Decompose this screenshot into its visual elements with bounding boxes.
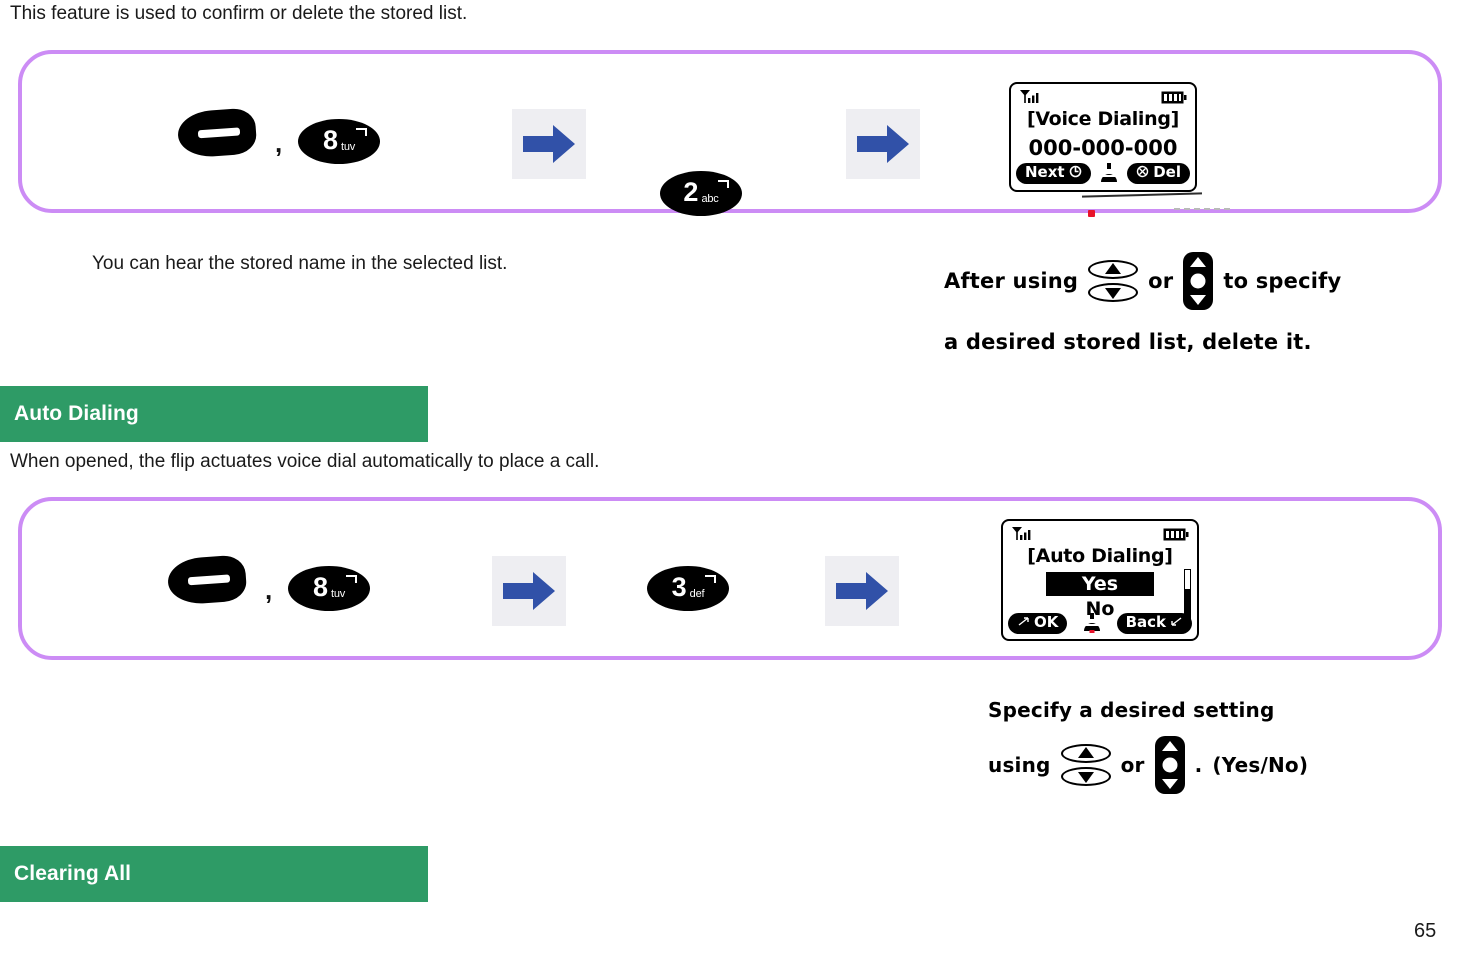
send-key-icon	[166, 554, 248, 606]
key-letters: abc	[701, 193, 719, 205]
annotation-text-or: or	[1148, 269, 1174, 293]
lcd-option-label: Yes	[1045, 572, 1155, 596]
section-header-auto-dialing: Auto Dialing	[0, 386, 428, 442]
key-digit: 2	[683, 177, 699, 207]
page-number: 65	[1414, 920, 1437, 942]
key-2-abc-icon: 2 abc	[660, 171, 742, 216]
key-3-def-icon: 3 def	[647, 566, 729, 611]
next-step-arrow-icon	[492, 556, 566, 626]
key-8-tuv-icon: 8 tuv	[288, 566, 370, 611]
section-header-clearing-all: Clearing All	[0, 846, 428, 902]
circular-arrow-icon	[1069, 164, 1082, 182]
key-letters: def	[689, 588, 705, 600]
step-box-auto-dialing: , 8 tuv 3 def [Auto Dialing] Yes No OK B…	[18, 497, 1442, 660]
send-key-icon	[176, 107, 258, 159]
softkey-label: Del	[1153, 162, 1181, 181]
scan-artifact-red-dot	[1088, 210, 1095, 217]
center-select-key-icon	[1100, 163, 1118, 183]
softkey-back[interactable]: Back	[1116, 612, 1192, 634]
battery-icon	[1161, 91, 1187, 109]
lcd-phone-number: 000-000-000	[1028, 136, 1178, 160]
annotation-text: (Yes/No)	[1212, 753, 1309, 777]
annotation-delete-stored-list: After using or to specify a desired stor…	[944, 252, 1341, 354]
softkey-next[interactable]: Next	[1016, 162, 1091, 184]
phone-screen-auto-dialing: [Auto Dialing] Yes No OK Back	[1001, 519, 1199, 641]
key-digit: 3	[671, 572, 687, 602]
next-step-arrow-icon	[825, 556, 899, 626]
annotation-text: to specify	[1223, 269, 1342, 293]
section-title: Clearing All	[14, 862, 132, 885]
key-separator-comma: ,	[275, 128, 283, 158]
softkey-label: OK	[1034, 612, 1059, 631]
next-step-arrow-icon	[512, 109, 586, 179]
up-down-rocker-key-icon	[1088, 260, 1139, 302]
battery-icon	[1163, 528, 1189, 546]
annotation-text: using	[988, 753, 1051, 777]
signal-bars-icon	[1019, 89, 1041, 110]
annotation-line-2: using or . (Yes/No)	[988, 736, 1308, 794]
key-separator-comma: ,	[265, 575, 273, 605]
nav-pill-key-icon	[1183, 252, 1214, 310]
annotation-line-1: Specify a desired setting	[988, 698, 1308, 722]
lcd-option-yes[interactable]: Yes	[1003, 572, 1197, 596]
softkey-label: Back	[1125, 612, 1166, 631]
phone-screen-voice-dialing: [Voice Dialing] 000-000-000 Next Del	[1009, 82, 1197, 192]
lcd-title: [Auto Dialing]	[1027, 545, 1173, 567]
lcd-softkey-bar: OK Back	[1008, 612, 1192, 634]
up-down-rocker-key-icon	[1060, 744, 1111, 786]
annotation-text: After using	[944, 269, 1079, 293]
key-8-tuv-icon: 8 tuv	[298, 119, 380, 164]
key-corner-tick-icon	[356, 128, 367, 136]
key-corner-tick-icon	[718, 180, 729, 188]
key-letters: tuv	[330, 588, 346, 600]
annotation-text: a desired stored list, delete it.	[944, 330, 1312, 354]
key-digit: 8	[312, 572, 328, 602]
lcd-status-bar	[1009, 526, 1191, 542]
section-title: Auto Dialing	[14, 402, 139, 425]
softkey-ok[interactable]: OK	[1008, 612, 1068, 634]
annotation-line-2: a desired stored list, delete it.	[944, 330, 1341, 354]
back-arrow-icon	[1170, 614, 1183, 632]
key-corner-tick-icon	[346, 575, 357, 583]
annotation-text-period: .	[1194, 753, 1203, 777]
center-select-key-icon	[1083, 613, 1101, 634]
signal-bars-icon	[1011, 526, 1033, 547]
key-letters: tuv	[340, 141, 356, 153]
key-digit: 8	[322, 125, 338, 155]
clear-x-icon	[1136, 164, 1149, 182]
annotation-text-or: or	[1120, 753, 1145, 777]
softkey-del[interactable]: Del	[1127, 162, 1190, 184]
annotation-specify-setting: Specify a desired setting using or . (Ye…	[988, 698, 1308, 794]
next-step-arrow-icon	[846, 109, 920, 179]
step-box-voice-dialing: , 8 tuv 2 abc [Voice Dialing] 000-000-00…	[18, 50, 1442, 216]
softkey-label: Next	[1025, 162, 1065, 181]
nav-pill-key-icon	[1154, 736, 1185, 794]
auto-dialing-description: When opened, the flip actuates voice dia…	[10, 451, 600, 472]
key-corner-tick-icon	[705, 575, 716, 583]
lcd-status-bar	[1017, 89, 1189, 105]
scan-artifact-dash	[1174, 208, 1230, 210]
note-stored-name: You can hear the stored name in the sele…	[92, 253, 508, 274]
send-arrow-icon	[1017, 614, 1030, 632]
lcd-title: [Voice Dialing]	[1026, 108, 1180, 130]
annotation-line-1: After using or to specify	[944, 252, 1341, 310]
annotation-text: Specify a desired setting	[988, 698, 1275, 722]
lcd-softkey-bar: Next Del	[1016, 162, 1190, 184]
intro-paragraph: This feature is used to confirm or delet…	[10, 3, 468, 24]
scan-artifact-streak	[1081, 192, 1203, 198]
